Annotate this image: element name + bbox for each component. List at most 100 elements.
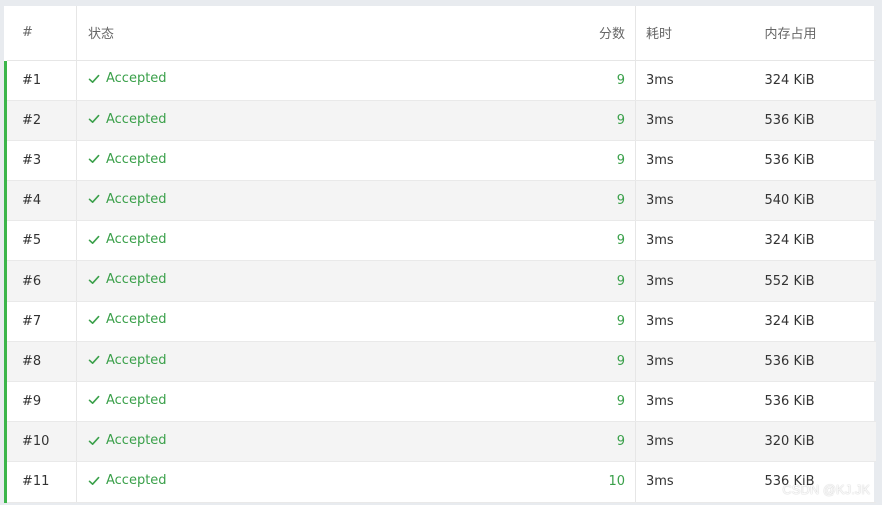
check-icon [88, 475, 100, 487]
table-header: # 状态 分数 耗时 内存占用 [5, 6, 876, 61]
table-row[interactable]: #9 Accepted 9 3ms 536 KiB [4, 381, 876, 423]
testcase-status-cell: Accepted [76, 341, 478, 383]
status-badge: Accepted [88, 393, 167, 408]
header-time: 耗时 [635, 6, 754, 61]
table-row[interactable]: #6 Accepted 9 3ms 552 KiB [4, 260, 876, 302]
testcase-memory: 536 KiB [753, 100, 876, 141]
testcase-time: 3ms [635, 140, 754, 182]
header-memory: 内存占用 [753, 6, 876, 61]
check-icon [88, 234, 100, 246]
table-row[interactable]: #7 Accepted 9 3ms 324 KiB [4, 301, 876, 342]
status-label: Accepted [106, 473, 167, 489]
status-badge: Accepted [88, 473, 167, 488]
testcase-id: #2 [4, 100, 77, 141]
testcase-memory: 324 KiB [753, 60, 876, 101]
testcase-score: 9 [477, 260, 636, 302]
check-icon [88, 354, 100, 366]
testcase-score: 9 [477, 381, 636, 423]
testcase-score: 9 [477, 100, 636, 141]
testcase-status-cell: Accepted [76, 461, 478, 503]
check-icon [88, 153, 100, 165]
testcase-time: 3ms [635, 421, 754, 463]
testcase-time: 3ms [635, 341, 754, 383]
testcase-memory: 324 KiB [753, 301, 876, 342]
status-badge: Accepted [88, 152, 167, 167]
testcase-memory: 320 KiB [753, 421, 876, 463]
status-label: Accepted [106, 71, 167, 87]
testcase-memory: 536 KiB [753, 140, 876, 182]
status-badge: Accepted [88, 353, 167, 368]
testcase-id: #3 [4, 140, 77, 182]
testcase-id: #4 [4, 180, 77, 222]
testcase-id: #7 [4, 301, 77, 342]
status-badge: Accepted [88, 112, 167, 127]
testcase-status-cell: Accepted [76, 421, 478, 463]
status-label: Accepted [106, 111, 167, 127]
check-icon [88, 193, 100, 205]
testcase-score: 9 [477, 341, 636, 383]
check-icon [88, 435, 100, 447]
testcase-score: 9 [477, 180, 636, 222]
testcase-time: 3ms [635, 60, 754, 101]
testcase-memory: 536 KiB [753, 381, 876, 423]
testcase-results-panel: # 状态 分数 耗时 内存占用 #1 Accepted 9 3ms 324 KiB #2 A… [4, 6, 876, 503]
header-row: # 状态 分数 耗时 内存占用 [5, 6, 876, 61]
testcase-score: 9 [477, 140, 636, 182]
table-row[interactable]: #8 Accepted 9 3ms 536 KiB [4, 341, 876, 383]
testcase-time: 3ms [635, 180, 754, 222]
table-body: #1 Accepted 9 3ms 324 KiB #2 Accepted 9 3ms 536 K… [4, 60, 876, 503]
status-label: Accepted [106, 433, 167, 449]
status-label: Accepted [106, 352, 167, 368]
header-id: # [5, 6, 77, 61]
header-status: 状态 [76, 6, 478, 61]
status-label: Accepted [106, 312, 167, 328]
testcase-time: 3ms [635, 381, 754, 423]
header-score: 分数 [477, 6, 636, 61]
testcase-time: 3ms [635, 301, 754, 342]
testcase-id: #10 [4, 421, 77, 463]
testcase-status-cell: Accepted [76, 140, 478, 182]
table-row[interactable]: #2 Accepted 9 3ms 536 KiB [4, 100, 876, 141]
table-row[interactable]: #10 Accepted 9 3ms 320 KiB [4, 421, 876, 463]
testcase-time: 3ms [635, 260, 754, 302]
testcase-memory: 552 KiB [753, 260, 876, 302]
check-icon [88, 314, 100, 326]
status-badge: Accepted [88, 232, 167, 247]
testcase-score: 10 [477, 461, 636, 503]
check-icon [88, 274, 100, 286]
table-row[interactable]: #11 Accepted 10 3ms 536 KiB [4, 461, 876, 503]
testcase-memory: 536 KiB [753, 341, 876, 383]
testcase-memory: 540 KiB [753, 180, 876, 222]
status-badge: Accepted [88, 192, 167, 207]
testcase-id: #1 [4, 60, 77, 101]
testcase-memory: 536 KiB [753, 461, 876, 503]
table-row[interactable]: #1 Accepted 9 3ms 324 KiB [4, 60, 876, 101]
testcase-id: #8 [4, 341, 77, 383]
testcase-score: 9 [477, 60, 636, 101]
status-label: Accepted [106, 392, 167, 408]
status-label: Accepted [106, 151, 167, 167]
table-row[interactable]: #5 Accepted 9 3ms 324 KiB [4, 220, 876, 262]
testcase-status-cell: Accepted [76, 381, 478, 423]
testcase-score: 9 [477, 301, 636, 342]
status-label: Accepted [106, 232, 167, 248]
table-row[interactable]: #3 Accepted 9 3ms 536 KiB [4, 140, 876, 182]
testcase-time: 3ms [635, 220, 754, 262]
testcase-status-cell: Accepted [76, 301, 478, 342]
testcase-id: #9 [4, 381, 77, 423]
status-badge: Accepted [88, 312, 167, 327]
check-icon [88, 113, 100, 125]
testcase-status-cell: Accepted [76, 260, 478, 302]
status-label: Accepted [106, 191, 167, 207]
testcase-time: 3ms [635, 100, 754, 141]
testcase-table: # 状态 分数 耗时 内存占用 #1 Accepted 9 3ms 324 KiB #2 A… [4, 6, 876, 503]
testcase-score: 9 [477, 421, 636, 463]
testcase-time: 3ms [635, 461, 754, 503]
testcase-id: #5 [4, 220, 77, 262]
status-badge: Accepted [88, 272, 167, 287]
testcase-status-cell: Accepted [76, 180, 478, 222]
check-icon [88, 73, 100, 85]
testcase-memory: 324 KiB [753, 220, 876, 262]
table-row[interactable]: #4 Accepted 9 3ms 540 KiB [4, 180, 876, 222]
testcase-id: #11 [4, 461, 77, 503]
